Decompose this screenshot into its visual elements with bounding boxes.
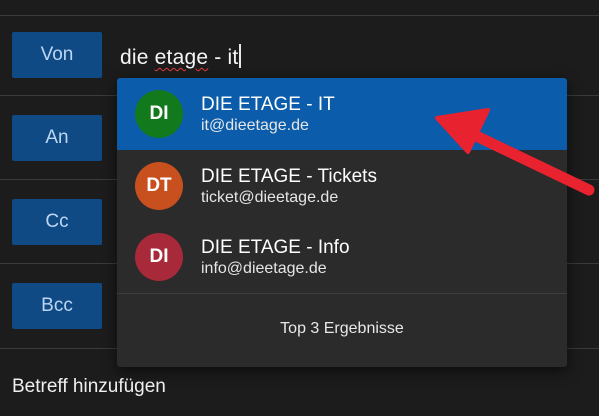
suggestion-item-it[interactable]: DI DIE ETAGE - IT it@dieetage.de (117, 78, 567, 150)
misspelled-word: etage (154, 46, 209, 69)
bcc-button[interactable]: Bcc (12, 283, 102, 329)
from-button[interactable]: Von (12, 32, 102, 78)
suggestion-name: DIE ETAGE - Info (201, 237, 350, 258)
recipient-input[interactable]: die etage - it (120, 44, 242, 70)
suggestion-name: DIE ETAGE - IT (201, 94, 335, 115)
suggestion-email: ticket@dieetage.de (201, 189, 339, 206)
to-button[interactable]: An (12, 115, 102, 161)
suggestion-item-tickets[interactable]: DT DIE ETAGE - Tickets ticket@dieetage.d… (117, 150, 567, 222)
avatar: DI (135, 233, 183, 281)
recipient-input-text-rest: - it (208, 46, 239, 69)
subject-field[interactable]: Betreff hinzufügen (12, 376, 166, 398)
suggestion-email: info@dieetage.de (201, 260, 327, 277)
suggestion-name: DIE ETAGE - Tickets (201, 166, 377, 187)
suggestion-text: DIE ETAGE - IT it@dieetage.de (201, 93, 335, 135)
suggestion-text: DIE ETAGE - Tickets ticket@dieetage.de (201, 165, 377, 207)
avatar: DT (135, 162, 183, 210)
cc-button[interactable]: Cc (12, 199, 102, 245)
recipient-suggestions-popup: DI DIE ETAGE - IT it@dieetage.de DT DIE … (117, 78, 567, 367)
popup-divider (117, 293, 567, 294)
from-row (0, 0, 599, 16)
avatar: DI (135, 90, 183, 138)
text-caret (239, 44, 242, 68)
suggestions-count-label: Top 3 Ergebnisse (280, 320, 404, 337)
suggestion-text: DIE ETAGE - Info info@dieetage.de (201, 236, 350, 278)
suggestion-item-info[interactable]: DI DIE ETAGE - Info info@dieetage.de (117, 221, 567, 293)
recipient-input-text: die (120, 46, 155, 69)
suggestion-email: it@dieetage.de (201, 117, 309, 134)
